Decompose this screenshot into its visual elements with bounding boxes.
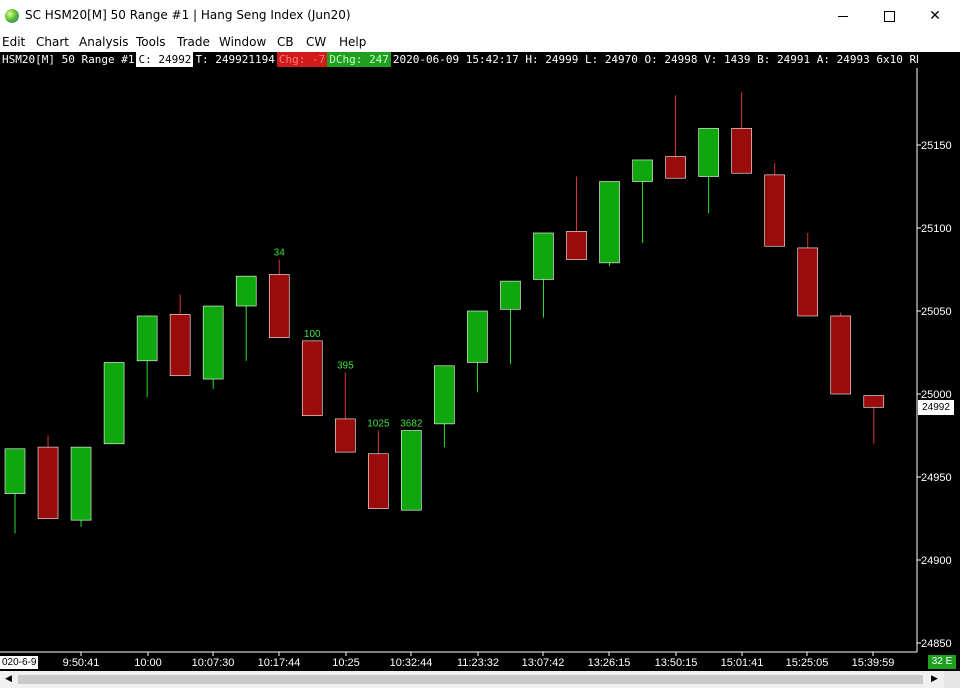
info-change: Chg: -7	[276, 52, 328, 67]
x-tick-label: 10:32:44	[390, 657, 433, 669]
y-tick-label: 25050	[921, 306, 952, 318]
y-tick-label: 24950	[921, 472, 952, 484]
info-details: 2020-06-09 15:42:17 H: 24999 L: 24970 O:…	[392, 53, 918, 66]
x-tick-label: 11:23:32	[457, 657, 499, 669]
candle-body	[467, 310, 488, 363]
candle-annotation: 3682	[400, 419, 423, 430]
y-tick-label: 24850	[921, 638, 952, 650]
candlestick-chart[interactable]: 248502490024950250002505025100251509:50:…	[0, 0, 960, 688]
candle-body	[169, 314, 191, 377]
candle-body	[235, 275, 257, 307]
x-tick-label: 13:50:15	[655, 657, 698, 669]
candle-body	[4, 448, 26, 494]
candle-annotation: 395	[337, 360, 354, 371]
candle-body	[334, 418, 356, 453]
x-tick-label: 10:25	[332, 657, 360, 669]
info-close-value: C: 24992	[136, 52, 194, 67]
candle-body	[368, 453, 389, 509]
candle-body	[37, 446, 59, 519]
x-tick-label: 9:50:41	[63, 657, 100, 669]
x-tick-label: 10:17:44	[258, 657, 301, 669]
chart-info-bar: HSM20[M] 50 Range #1 C: 24992 T: 249921194…	[0, 52, 918, 67]
candle-body	[698, 128, 719, 177]
candle-body	[103, 362, 125, 445]
scroll-right-icon[interactable]: ▶	[926, 671, 943, 688]
candle-annotation: 34	[274, 248, 286, 259]
candle-body	[830, 315, 852, 395]
candle-body	[202, 305, 224, 380]
candle-body	[136, 315, 158, 362]
candle-body	[764, 174, 785, 247]
x-tick-label: 13:07:42	[522, 657, 565, 669]
candle-body	[566, 231, 587, 260]
candle-body	[301, 340, 323, 416]
candle-body	[599, 181, 620, 264]
x-tick-label: 10:00	[134, 657, 162, 669]
y-tick-label: 25100	[921, 223, 952, 235]
candle-body	[731, 128, 752, 174]
x-tick-label: 15:01:41	[721, 657, 764, 669]
first-date-label: 020-6-9	[0, 656, 39, 669]
scroll-left-icon[interactable]: ◀	[0, 671, 17, 688]
candle-body	[797, 247, 819, 317]
candle-body	[533, 232, 554, 280]
candle-body	[500, 280, 521, 310]
candle-body	[70, 446, 92, 521]
corner-badge[interactable]: 32 E	[928, 655, 956, 669]
candle-body	[434, 365, 455, 425]
candle-body	[665, 156, 686, 179]
x-tick-label: 13:26:15	[588, 657, 631, 669]
scrollbar-corner	[944, 671, 960, 688]
candle-body	[632, 159, 653, 182]
current-price-label: 24992	[918, 400, 954, 415]
x-tick-label: 15:39:59	[852, 657, 895, 669]
x-tick-label: 10:07:30	[192, 657, 235, 669]
x-tick-label: 15:25:05	[786, 657, 829, 669]
candle-body	[401, 430, 422, 511]
info-symbol: HSM20[M] 50 Range #1	[2, 53, 135, 66]
candle-body	[863, 395, 885, 408]
candle-annotation: 100	[304, 329, 321, 340]
candle-annotation: 1025	[367, 419, 390, 430]
y-tick-label: 25150	[921, 140, 952, 152]
info-daily-change: DChg: 247	[327, 52, 391, 67]
scrollbar-thumb[interactable]	[18, 675, 923, 684]
horizontal-scrollbar[interactable]: ◀ ▶	[0, 671, 960, 688]
candle-body	[268, 274, 290, 338]
info-t-value: T: 249921194	[195, 53, 275, 66]
y-tick-label: 24900	[921, 555, 952, 567]
